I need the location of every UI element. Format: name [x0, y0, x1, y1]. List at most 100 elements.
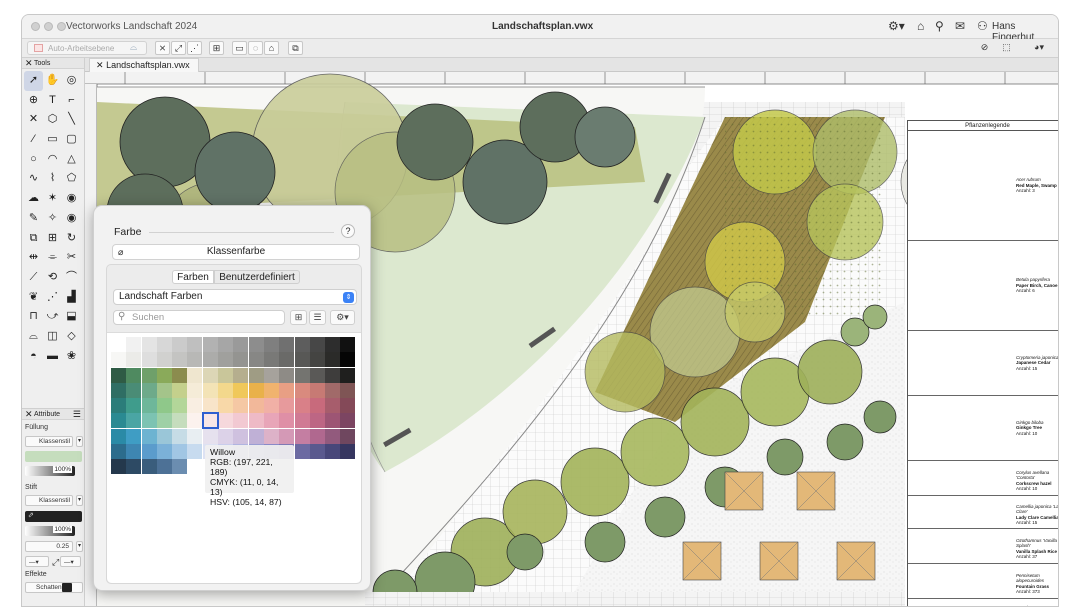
- line-weight-field[interactable]: 0.25: [25, 541, 73, 552]
- color-swatch[interactable]: [340, 428, 356, 444]
- polygon-icon[interactable]: ⬠: [62, 169, 81, 189]
- color-swatch[interactable]: [187, 367, 203, 383]
- slab-icon[interactable]: ▬: [43, 347, 62, 367]
- color-swatch[interactable]: [325, 352, 341, 368]
- color-swatch[interactable]: [201, 412, 219, 430]
- close-icon[interactable]: ✕: [25, 58, 33, 69]
- star-icon[interactable]: ✶: [43, 189, 62, 209]
- list-view-icon[interactable]: ☰: [309, 310, 326, 325]
- color-swatch[interactable]: [141, 382, 157, 398]
- color-swatch[interactable]: [172, 428, 188, 444]
- color-swatch[interactable]: [325, 337, 341, 352]
- color-swatch[interactable]: [279, 398, 295, 414]
- color-swatch[interactable]: [111, 444, 126, 460]
- color-swatch[interactable]: [233, 428, 249, 444]
- color-swatch[interactable]: [141, 398, 157, 414]
- snap-distance-icon[interactable]: ⊞: [209, 41, 224, 55]
- color-swatch[interactable]: [156, 413, 172, 429]
- grade-icon[interactable]: ⤻: [43, 307, 62, 327]
- color-swatch[interactable]: [111, 413, 126, 429]
- shadow-color-swatch[interactable]: [62, 583, 72, 592]
- color-swatch[interactable]: [279, 428, 295, 444]
- color-swatch[interactable]: [263, 382, 279, 398]
- color-swatch[interactable]: [111, 352, 126, 368]
- color-swatch[interactable]: [218, 428, 234, 444]
- color-swatch[interactable]: [263, 398, 279, 414]
- rounded-rect-icon[interactable]: ▢: [62, 130, 81, 150]
- color-swatch[interactable]: [141, 428, 157, 444]
- triangle-icon[interactable]: △: [62, 150, 81, 170]
- color-swatch[interactable]: [233, 367, 249, 383]
- class-color-button[interactable]: ⌀ Klassenfarbe: [112, 244, 360, 260]
- arc-icon[interactable]: ◠: [43, 150, 62, 170]
- color-swatch[interactable]: [126, 428, 142, 444]
- color-swatch[interactable]: [187, 413, 203, 429]
- chevron-down-icon[interactable]: ▾: [76, 436, 83, 447]
- spiral-icon[interactable]: ◉: [62, 189, 81, 209]
- color-swatch[interactable]: [233, 382, 249, 398]
- color-swatch[interactable]: [263, 337, 279, 352]
- color-swatch[interactable]: [141, 459, 157, 475]
- wall-icon[interactable]: ⁄: [24, 130, 43, 150]
- color-swatch[interactable]: [156, 444, 172, 460]
- color-swatch[interactable]: [248, 337, 264, 352]
- color-swatch[interactable]: [202, 398, 218, 414]
- lasso-select-icon[interactable]: ◌: [248, 41, 263, 55]
- snap-object-icon[interactable]: ⤢: [171, 41, 186, 55]
- road-icon[interactable]: ◫: [43, 327, 62, 347]
- selection-arrow-icon[interactable]: ➚: [24, 71, 43, 91]
- fillet-icon[interactable]: ⌒: [62, 268, 81, 288]
- color-swatch[interactable]: [340, 337, 356, 352]
- close-icon[interactable]: ✕: [96, 60, 104, 70]
- minimize-window-button[interactable]: [44, 22, 53, 31]
- color-swatch[interactable]: [172, 398, 188, 414]
- leaf-icon[interactable]: ❦: [24, 288, 43, 308]
- color-swatch[interactable]: [309, 413, 325, 429]
- color-swatch[interactable]: [294, 337, 310, 352]
- visibility-toggle-icon[interactable]: ⊘: [977, 41, 992, 55]
- color-swatch[interactable]: [309, 337, 325, 352]
- color-swatch[interactable]: [294, 398, 310, 414]
- color-swatch[interactable]: [111, 398, 126, 414]
- shadow-toggle[interactable]: Schatten: [25, 582, 83, 593]
- paint-icon[interactable]: ▟: [62, 288, 81, 308]
- pen-style-select[interactable]: Klassenstil: [25, 495, 73, 506]
- color-swatch[interactable]: [202, 428, 218, 444]
- color-swatch[interactable]: [248, 398, 264, 414]
- color-swatch[interactable]: [340, 352, 356, 368]
- color-swatch[interactable]: [294, 413, 310, 429]
- color-swatch[interactable]: [263, 367, 279, 383]
- color-swatch[interactable]: [111, 367, 126, 383]
- color-swatch[interactable]: [309, 444, 325, 460]
- color-swatch[interactable]: [172, 382, 188, 398]
- hardscape-icon[interactable]: ⊓: [24, 307, 43, 327]
- color-swatch[interactable]: [309, 367, 325, 383]
- color-swatch[interactable]: [111, 382, 126, 398]
- brush-icon[interactable]: ⌯: [43, 248, 62, 268]
- color-swatch[interactable]: [294, 367, 310, 383]
- color-swatch[interactable]: [141, 337, 157, 352]
- rectangle-icon[interactable]: ▭: [43, 130, 62, 150]
- color-swatch[interactable]: [202, 367, 218, 383]
- fill-style-select[interactable]: Klassenstil: [25, 436, 73, 447]
- line-style-icon[interactable]: ⤢: [52, 557, 59, 568]
- tab-colors[interactable]: Farben: [172, 270, 214, 284]
- line-start-select[interactable]: —▾: [25, 556, 49, 567]
- color-swatch[interactable]: [172, 337, 188, 352]
- color-swatch[interactable]: [233, 398, 249, 414]
- color-swatch[interactable]: [187, 398, 203, 414]
- zoom-icon[interactable]: ⊕: [24, 91, 43, 111]
- freehand-icon[interactable]: ∿: [24, 169, 43, 189]
- pen-opacity-slider[interactable]: 100%: [25, 526, 75, 536]
- color-swatch[interactable]: [340, 398, 356, 414]
- color-swatch[interactable]: [294, 352, 310, 368]
- mail-icon[interactable]: ✉: [955, 19, 965, 33]
- mirror-icon[interactable]: ⇹: [24, 248, 43, 268]
- color-swatch[interactable]: [156, 428, 172, 444]
- fill-color-swatch[interactable]: [25, 451, 82, 462]
- color-swatch[interactable]: [325, 382, 341, 398]
- color-swatch[interactable]: [340, 444, 356, 460]
- color-swatch[interactable]: [187, 337, 203, 352]
- color-swatch[interactable]: [233, 337, 249, 352]
- clip-icon[interactable]: ⬚: [999, 41, 1014, 55]
